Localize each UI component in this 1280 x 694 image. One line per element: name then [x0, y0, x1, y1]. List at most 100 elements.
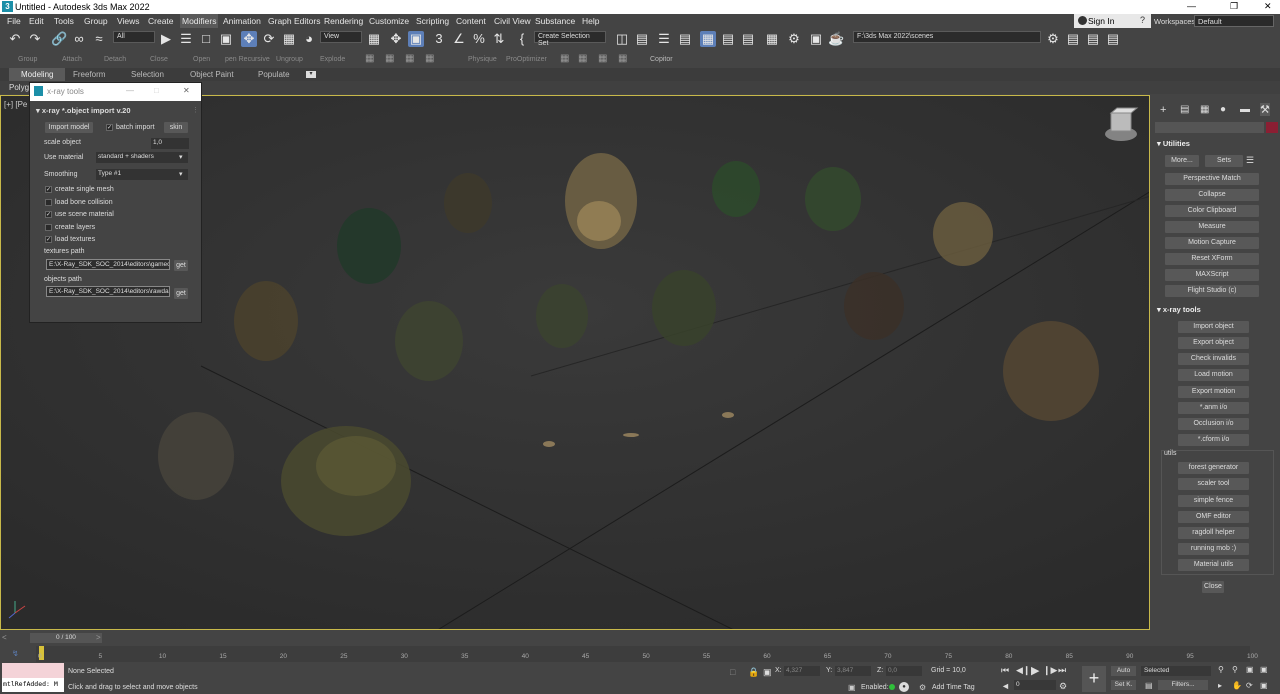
check-invalids-button[interactable]: Check invalids	[1178, 353, 1249, 365]
shrub[interactable]	[1003, 321, 1099, 421]
select-and-scale-icon[interactable]: ▦	[281, 31, 297, 47]
ribbon-options-icon[interactable]: ▾	[306, 71, 316, 78]
rollout-title[interactable]: ▾ x-ray *.object import v.20	[36, 106, 131, 115]
percent-snap-icon[interactable]: %	[471, 31, 487, 47]
load-bone-collision-checkbox[interactable]	[45, 199, 52, 206]
edit-named-selection-icon[interactable]: {	[514, 31, 530, 47]
shrub[interactable]	[395, 301, 463, 381]
object-color-swatch[interactable]	[1266, 122, 1278, 133]
material-utils-button[interactable]: Material utils	[1178, 559, 1249, 571]
use-material-select[interactable]: standard + shaders	[96, 152, 188, 163]
menu-help[interactable]: Help	[582, 16, 599, 26]
menu-customize[interactable]: Customize	[369, 16, 409, 26]
collapse-button[interactable]: Collapse	[1165, 189, 1259, 201]
menu-scripting[interactable]: Scripting	[416, 16, 449, 26]
shrub[interactable]	[536, 284, 588, 348]
ribbon-close[interactable]: Close	[150, 56, 168, 63]
ribbon-polygon-modeling[interactable]: Polyg	[9, 83, 29, 92]
shrub[interactable]	[281, 426, 411, 536]
undo-icon[interactable]: ↶	[7, 31, 23, 47]
menu-rendering[interactable]: Rendering	[324, 16, 363, 26]
timeline-next-icon[interactable]: >	[96, 633, 101, 642]
reset-xform-button[interactable]: Reset XForm	[1165, 253, 1259, 265]
snaps-toggle-icon[interactable]: 3	[431, 31, 447, 47]
utilities-rollout-title[interactable]: ▾ Utilities	[1157, 139, 1190, 148]
create-layers-checkbox[interactable]	[45, 224, 52, 231]
key-filters-button[interactable]: Filters...	[1158, 680, 1208, 690]
close-button[interactable]: Close	[1202, 581, 1224, 593]
textures-path-input[interactable]: E:\X-Ray_SDK_SOC_2014\editors\gamec	[46, 259, 170, 270]
goto-end-icon[interactable]: ⏭	[1058, 665, 1066, 676]
menu-views[interactable]: Views	[117, 16, 140, 26]
reference-coordinate-select[interactable]: View	[320, 31, 362, 43]
zoom-icon[interactable]: ⚲	[1218, 665, 1224, 674]
goto-start-icon[interactable]: ⏮	[1001, 665, 1009, 676]
project-folder-icon[interactable]: ⚙	[1045, 31, 1061, 47]
maxscript-listener-input[interactable]	[2, 663, 64, 678]
auto-key-button[interactable]: Auto	[1111, 666, 1136, 676]
window-crossing-icon[interactable]: ▣	[218, 31, 234, 47]
sets-button[interactable]: Sets	[1205, 155, 1243, 167]
motion-capture-button[interactable]: Motion Capture	[1165, 237, 1259, 249]
ribbon-detach[interactable]: Detach	[104, 56, 126, 63]
menu-edit[interactable]: Edit	[29, 16, 44, 26]
menu-file[interactable]: File	[7, 16, 21, 26]
curve-editor-mini-icon[interactable]: ↯	[12, 649, 19, 658]
tab-object-paint[interactable]: Object Paint	[190, 70, 234, 79]
minimize-icon[interactable]: —	[1187, 1, 1196, 11]
occlusion-io-button[interactable]: Occlusion i/o	[1178, 418, 1249, 430]
project-open-icon[interactable]: ▤	[1065, 31, 1081, 47]
select-and-move-icon[interactable]: ✥	[241, 31, 257, 47]
ribbon-ungroup[interactable]: Ungroup	[276, 56, 303, 63]
menu-graph-editors[interactable]: Graph Editors	[268, 16, 320, 26]
x-coordinate-field[interactable]: 4,327	[784, 666, 820, 676]
scaler-tool-button[interactable]: scaler tool	[1178, 478, 1249, 490]
tab-freeform[interactable]: Freeform	[73, 70, 105, 79]
ribbon-tool-icon[interactable]: ▦	[578, 53, 587, 64]
maxscript-button[interactable]: MAXScript	[1165, 269, 1259, 281]
scale-object-spinner[interactable]: 1,0	[151, 138, 189, 149]
adaptive-degradation-icon[interactable]: ▣	[848, 683, 856, 692]
absolute-mode-icon[interactable]: ▣	[763, 667, 772, 678]
anm-io-button[interactable]: *.anm i/o	[1178, 402, 1249, 414]
unlink-icon[interactable]: ∞	[71, 31, 87, 47]
maxscript-listener-output[interactable]: mtlRefAdded: M	[2, 678, 64, 692]
ribbon-tool-icon[interactable]: ▦	[365, 53, 374, 64]
selection-filter-select[interactable]: All	[113, 31, 155, 43]
modify-tab-icon[interactable]: ▤	[1180, 104, 1189, 115]
ribbon-open[interactable]: Open	[193, 56, 210, 63]
add-time-tag-button[interactable]: Add Time Tag	[932, 684, 975, 691]
angle-snap-icon[interactable]: ∠	[451, 31, 467, 47]
load-motion-button[interactable]: Load motion	[1178, 369, 1249, 381]
ribbon-tool-icon[interactable]: ▦	[425, 53, 434, 64]
simple-fence-button[interactable]: simple fence	[1178, 495, 1249, 507]
restore-icon[interactable]: ❐	[1230, 1, 1238, 12]
current-frame-field[interactable]: 0	[1014, 680, 1056, 690]
rendered-frame-window-icon[interactable]: ▣	[808, 31, 824, 47]
cform-io-button[interactable]: *.cform i/o	[1178, 434, 1249, 446]
ribbon-tool-icon[interactable]: ▦	[618, 53, 627, 64]
set-key-button[interactable]: Set K.	[1111, 680, 1136, 690]
ribbon-group[interactable]: Group	[18, 56, 37, 63]
shrub[interactable]	[712, 161, 760, 217]
ragdoll-helper-button[interactable]: ragdoll helper	[1178, 527, 1249, 539]
key-selection-select[interactable]: Selected	[1141, 666, 1211, 676]
flight-studio-button[interactable]: Flight Studio (c)	[1165, 285, 1259, 297]
menu-content[interactable]: Content	[456, 16, 486, 26]
field-of-view-icon[interactable]: ▸	[1218, 681, 1222, 690]
perspective-match-button[interactable]: Perspective Match	[1165, 173, 1259, 185]
enabled-indicator-icon[interactable]	[889, 684, 895, 690]
ribbon-explode[interactable]: Explode	[320, 56, 345, 63]
import-model-button[interactable]: Import model	[45, 122, 93, 133]
select-by-name-icon[interactable]: ☰	[178, 31, 194, 47]
material-editor-icon[interactable]: ▦	[764, 31, 780, 47]
smoothing-select[interactable]: Type #1	[96, 169, 188, 180]
menu-modifiers[interactable]: Modifiers	[180, 14, 219, 28]
xray-rollout-title[interactable]: ▾ x-ray tools	[1157, 305, 1201, 314]
key-filters-icon[interactable]: ▤	[1145, 681, 1153, 690]
shrub[interactable]	[652, 270, 716, 346]
ribbon-tool-icon[interactable]: ▦	[405, 53, 414, 64]
toggle-ribbon-icon[interactable]: ▦	[700, 31, 716, 47]
ribbon-physique[interactable]: Physique	[468, 56, 497, 63]
shrub[interactable]	[444, 173, 492, 233]
